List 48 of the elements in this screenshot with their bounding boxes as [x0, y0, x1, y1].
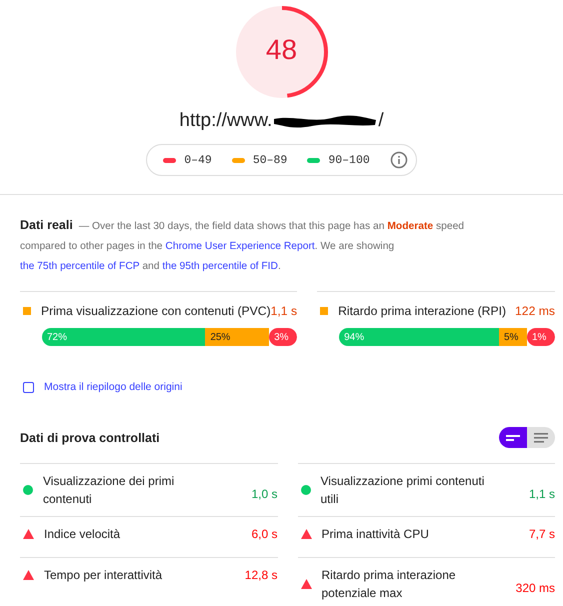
info-icon[interactable]: [390, 151, 408, 169]
metric-name: Visualizzazione primi contenuti utili: [320, 473, 486, 508]
distribution-segment: 3%: [269, 328, 298, 346]
metric-name: Ritardo prima interazione potenziale max: [322, 567, 457, 602]
metric-value: 122 ms: [515, 304, 555, 318]
metric-value: 6,0 s: [251, 526, 278, 543]
metric-value: 1,1 s: [270, 304, 298, 318]
legend-label: 50–89: [252, 154, 288, 166]
legend-label: 90–100: [328, 154, 370, 166]
metric-value: 12,8 s: [244, 567, 278, 584]
summary-view-toggle[interactable]: [499, 427, 527, 448]
metric-name: Tempo per interattività: [44, 567, 164, 584]
bars-icon: [506, 434, 520, 442]
distribution-segment: 25%: [205, 328, 270, 346]
url-suffix: /: [378, 110, 384, 132]
circle-icon: [23, 485, 33, 495]
report-link[interactable]: Chrome User Experience Report: [165, 241, 315, 252]
metric-value: 1,0 s: [251, 486, 278, 503]
square-icon: [320, 306, 328, 314]
metric-name: Prima visualizzazione con contenuti (PVC): [41, 304, 271, 318]
metric-value: 7,7 s: [528, 526, 555, 543]
triangle-icon: [300, 579, 312, 589]
triangle-icon: [23, 529, 34, 539]
metric-value: 320 ms: [516, 580, 555, 597]
lines-icon: [534, 432, 548, 442]
metric-name: Prima inattività CPU: [322, 526, 430, 543]
report-link[interactable]: the 75th percentile of FCP: [20, 261, 140, 272]
checkbox[interactable]: [23, 382, 34, 392]
distribution-segment: 1%: [527, 328, 555, 346]
report-link[interactable]: the 95th percentile of FID: [162, 261, 278, 272]
metric-name: Indice velocità: [44, 526, 122, 543]
distribution-segment: 94%: [339, 328, 499, 346]
legend-label: 0–49: [184, 154, 212, 166]
triangle-icon: [300, 529, 312, 539]
origin-summary-label[interactable]: Mostra il riepilogo delle origini: [44, 381, 182, 393]
distribution-segment: 72%: [42, 328, 206, 346]
performance-score: 48: [264, 33, 298, 67]
metric-value: 1,1 s: [528, 486, 555, 503]
square-icon: [23, 306, 31, 314]
page-url: http://www.: [179, 110, 272, 132]
triangle-icon: [23, 570, 34, 580]
field-data-description: Dati reali — Over the last 30 days, the field data shows that this page has an Moderate speed compared to other pages in the Chrome User Experience Report. We are showing the 75th percentile of FCP and the 95th percentile of FID.: [20, 217, 466, 274]
section-title: Dati di prova controllati: [20, 430, 160, 444]
circle-icon: [300, 485, 310, 495]
metric-name: Ritardo prima interazione (RPI): [338, 304, 508, 318]
list-view-toggle[interactable]: [527, 427, 555, 448]
metric-name: Visualizzazione dei primi contenuti: [43, 473, 176, 508]
distribution-segment: 5%: [499, 328, 527, 346]
